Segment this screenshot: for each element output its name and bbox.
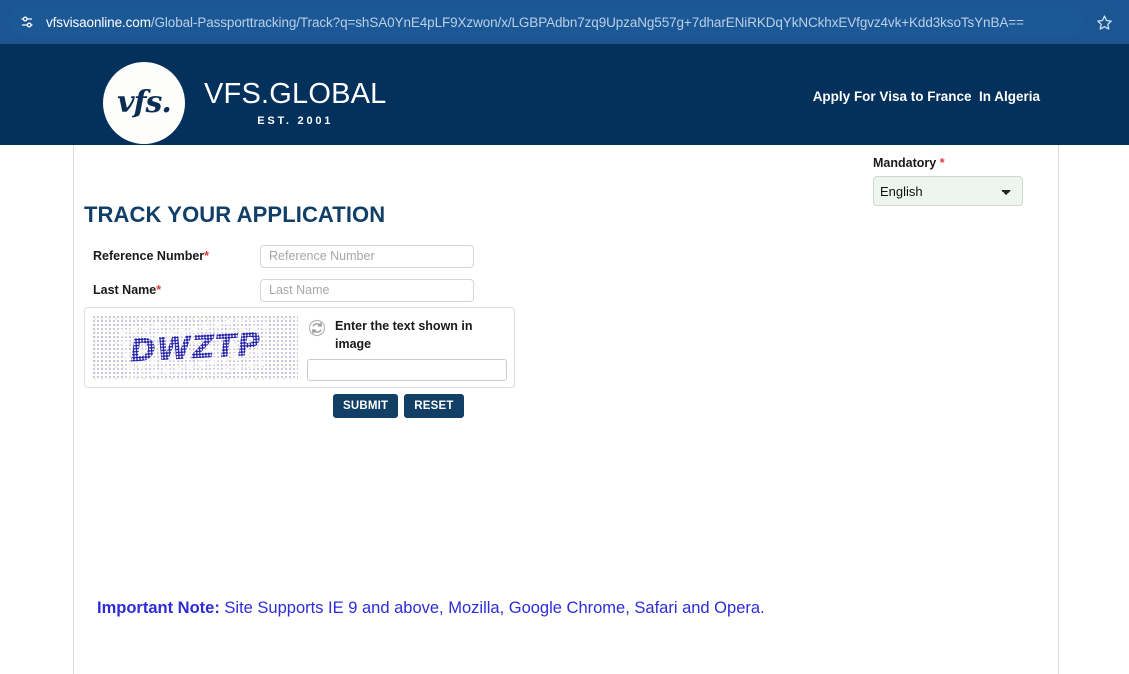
- captcha-prompt-label: Enter the text shown in image: [335, 319, 473, 351]
- captcha-entry-block: Enter the text shown in image: [307, 317, 507, 381]
- url-path: /Global-Passporttracking/Track?q=shSA0Yn…: [150, 14, 1024, 30]
- last-name-label-text: Last Name: [93, 283, 157, 297]
- url-display[interactable]: vfsvisaonline.com/Global-Passporttrackin…: [46, 15, 1024, 30]
- last-name-label: Last Name*: [93, 283, 260, 297]
- bookmark-button[interactable]: [1087, 7, 1121, 37]
- reference-number-label: Reference Number*: [93, 249, 260, 263]
- language-select[interactable]: English: [873, 176, 1023, 206]
- url-host: vfsvisaonline.com: [46, 14, 151, 30]
- vfs-logo-mark-text: vfs.: [117, 84, 172, 120]
- last-name-input[interactable]: [260, 278, 474, 302]
- important-note: Important Note: Site Supports IE 9 and a…: [97, 599, 765, 618]
- important-note-label: Important Note:: [97, 599, 220, 617]
- brand-wordmark: VFS.GLOBAL EST. 2001: [204, 77, 387, 127]
- mandatory-label-text: Mandatory: [873, 156, 937, 170]
- language-selector-block: Mandatory * English: [873, 156, 1023, 206]
- browser-toolbar: vfsvisaonline.com/Global-Passporttrackin…: [0, 0, 1129, 44]
- reference-number-input[interactable]: [260, 244, 474, 268]
- important-note-text: Site Supports IE 9 and above, Mozilla, G…: [219, 599, 765, 617]
- required-marker: *: [156, 283, 162, 297]
- captcha-input[interactable]: [307, 359, 507, 381]
- vfs-global-logo[interactable]: vfs. VFS.GLOBAL EST. 2001: [103, 62, 387, 144]
- reference-number-label-text: Reference Number: [93, 249, 205, 263]
- brand-name: VFS.GLOBAL: [204, 77, 387, 110]
- track-application-form: Reference Number* Last Name*: [93, 239, 474, 307]
- site-header: vfs. VFS.GLOBAL EST. 2001 Apply For Visa…: [0, 44, 1129, 145]
- form-actions: SUBMIT RESET: [333, 394, 464, 418]
- page-title: TRACK YOUR APPLICATION: [84, 202, 386, 227]
- reset-button[interactable]: RESET: [404, 394, 464, 418]
- page-content-container: Mandatory * English TRACK YOUR APPLICATI…: [73, 145, 1059, 674]
- vfs-logo-mark-icon: vfs.: [103, 62, 185, 144]
- refresh-icon[interactable]: [307, 318, 327, 338]
- captcha-panel: DWZTP Enter the text shown in image: [84, 307, 515, 388]
- address-bar[interactable]: vfsvisaonline.com/Global-Passporttrackin…: [8, 7, 1083, 37]
- captcha-prompt-row: Enter the text shown in image: [307, 317, 507, 353]
- brand-established: EST. 2001: [257, 114, 334, 127]
- required-marker: *: [939, 156, 945, 170]
- captcha-image: DWZTP: [93, 316, 298, 380]
- form-row-last-name: Last Name*: [93, 273, 474, 307]
- form-row-reference-number: Reference Number*: [93, 239, 474, 273]
- mandatory-label: Mandatory *: [873, 156, 1023, 170]
- submit-button[interactable]: SUBMIT: [333, 394, 399, 418]
- tune-sliders-icon[interactable]: [14, 9, 40, 35]
- required-marker: *: [204, 249, 210, 263]
- captcha-image-text: DWZTP: [129, 326, 262, 370]
- apply-for-visa-text: Apply For Visa to France In Algeria: [812, 89, 1040, 104]
